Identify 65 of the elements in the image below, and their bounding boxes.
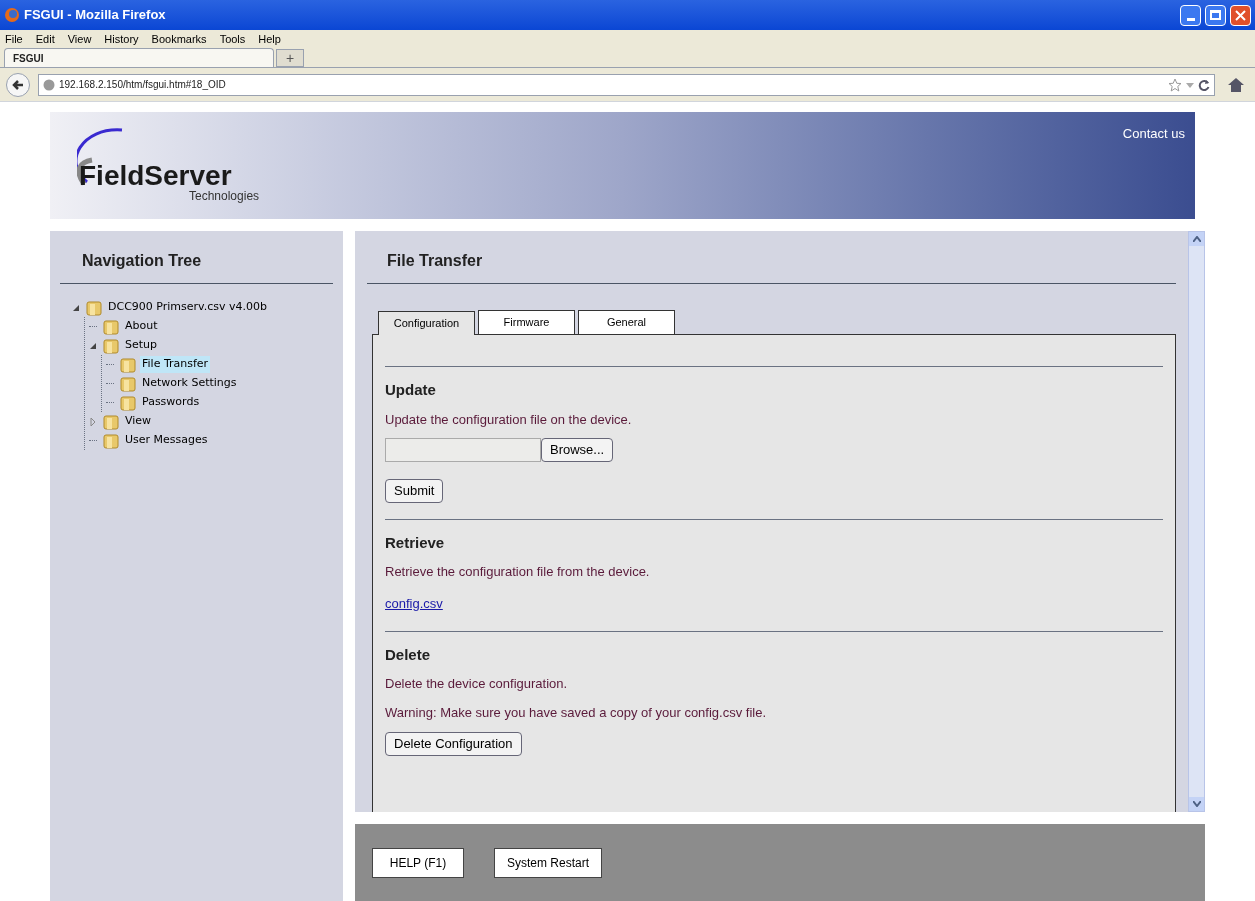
scroll-up-icon[interactable]: [1192, 236, 1201, 242]
submit-button[interactable]: Submit: [385, 478, 444, 503]
scrollbar[interactable]: [1188, 231, 1205, 812]
star-icon[interactable]: [1168, 77, 1182, 92]
expander-icon[interactable]: [89, 341, 97, 350]
page-title: File Transfer: [367, 249, 1176, 284]
folder-icon: [120, 375, 136, 392]
folder-icon: [103, 432, 119, 449]
section-text: Retrieve the configuration file from the device.: [385, 563, 651, 582]
tree-item[interactable]: Passwords: [140, 394, 202, 411]
maximize-button[interactable]: [1205, 4, 1226, 26]
new-tab-button[interactable]: +: [276, 49, 304, 67]
window-title: FSGUI - Mozilla Firefox: [24, 6, 167, 25]
back-arrow-icon: [12, 78, 24, 91]
footer-button[interactable]: System Restart: [494, 847, 603, 878]
menu-item[interactable]: Tools: [219, 30, 246, 48]
folder-icon: [103, 337, 119, 354]
scroll-down-icon[interactable]: [1192, 801, 1201, 807]
section-heading: Update: [385, 380, 437, 400]
menu-item[interactable]: History: [104, 30, 139, 48]
tree-item[interactable]: DCC900 Primserv.csv v4.00b: [106, 299, 269, 316]
folder-icon: [103, 413, 119, 430]
logo-subtext: Technologies: [188, 190, 260, 202]
section-heading: Retrieve: [385, 532, 446, 553]
sidebar-title: Navigation Tree: [60, 249, 333, 284]
close-button[interactable]: [1230, 4, 1251, 26]
folder-icon: [103, 318, 119, 335]
folder-icon: [86, 299, 102, 316]
menu-item[interactable]: Edit: [35, 30, 55, 48]
globe-icon: [43, 78, 55, 91]
section-text: Warning: Make sure you have saved a copy of your config.csv file.: [385, 703, 768, 722]
reload-icon[interactable]: [1198, 78, 1210, 91]
tree-item[interactable]: View: [123, 413, 154, 430]
folder-icon: [120, 356, 136, 373]
browser-logo-icon: [4, 7, 20, 23]
tree-item[interactable]: File Transfer: [140, 356, 211, 373]
contact-link[interactable]: Contact us: [1122, 112, 1195, 219]
back-button[interactable]: [6, 72, 30, 97]
logo-text: FieldServer: [78, 162, 233, 190]
section-text: Delete the device configuration.: [385, 675, 569, 694]
section-heading: Delete: [385, 644, 432, 665]
address-bar[interactable]: 192.168.2.150/htm/fsgui.htm#18_OID: [38, 73, 1215, 96]
menu-item[interactable]: View: [67, 30, 92, 48]
tree-item[interactable]: Network Settings: [140, 375, 239, 392]
tree-item[interactable]: User Messages: [123, 432, 210, 449]
tab[interactable]: Firmware: [478, 310, 575, 334]
minimize-button[interactable]: [1180, 4, 1201, 26]
menu-item[interactable]: Bookmarks: [151, 30, 207, 48]
tree-item[interactable]: About: [123, 318, 160, 335]
footer-button[interactable]: HELP (F1): [372, 847, 464, 878]
home-icon[interactable]: [1227, 76, 1245, 93]
browse-button[interactable]: Browse...: [541, 438, 614, 462]
expander-icon[interactable]: [72, 303, 80, 312]
tab[interactable]: Configuration: [378, 311, 475, 335]
tab[interactable]: General: [578, 310, 675, 334]
folder-icon: [120, 394, 136, 411]
browser-tab[interactable]: FSGUI: [4, 48, 274, 67]
close-icon: [1235, 9, 1246, 21]
menu-item[interactable]: File: [5, 30, 23, 48]
tree-item[interactable]: Setup: [123, 337, 160, 354]
delete-button[interactable]: Delete Configuration: [385, 732, 522, 756]
section-text: Update the configuration file on the device.: [385, 410, 633, 429]
file-input-field[interactable]: [385, 438, 541, 462]
download-link[interactable]: config.csv: [385, 595, 443, 611]
menu-item[interactable]: Help: [258, 30, 281, 48]
